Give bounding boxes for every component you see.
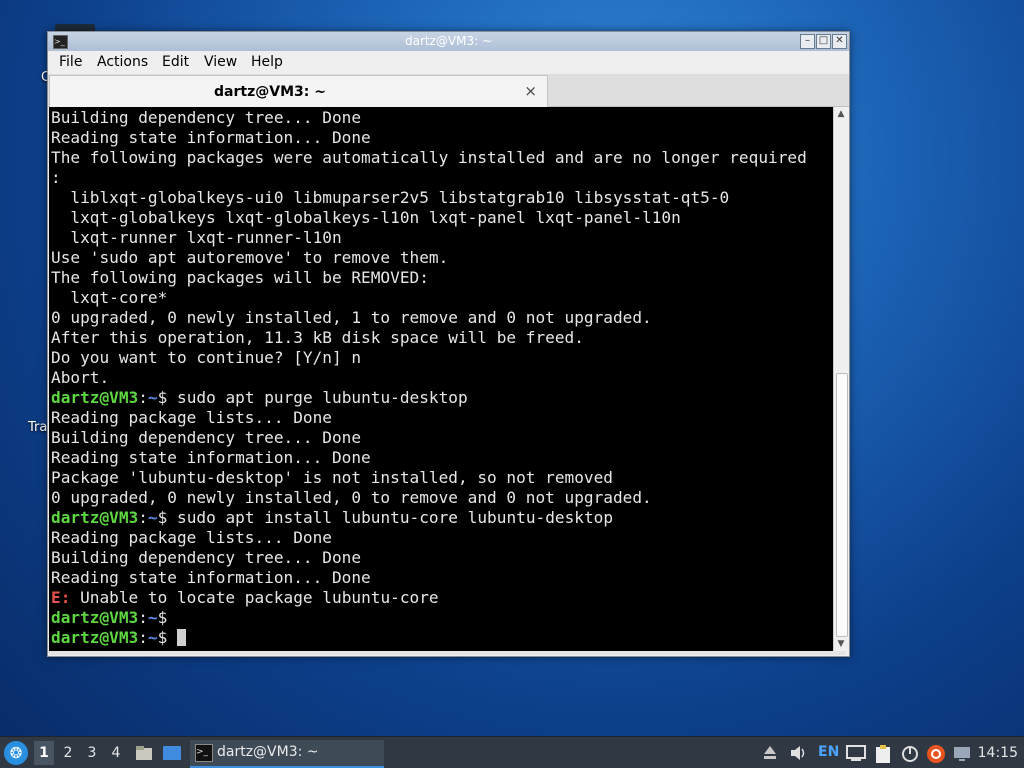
terminal-line: Do you want to continue? [Y/n] n: [51, 348, 362, 367]
terminal-line: Building dependency tree... Done: [51, 548, 362, 567]
menu-actions[interactable]: Actions: [97, 54, 148, 70]
terminal-line: dartz@VM3:~$ sudo apt purge lubuntu-desk…: [51, 388, 468, 408]
scrollbar-thumb[interactable]: [836, 373, 848, 637]
workspace-4[interactable]: 4: [106, 745, 126, 768]
terminal-line: Reading package lists... Done: [51, 528, 332, 547]
prompt-user-host: dartz@VM3: [51, 508, 139, 527]
command-text: $ sudo apt install lubuntu-core lubuntu-…: [157, 508, 614, 527]
tab-close-icon[interactable]: ×: [524, 82, 537, 100]
prompt-path: ~: [147, 608, 158, 627]
terminal-line: dartz@VM3:~$ sudo apt install lubuntu-co…: [51, 508, 613, 528]
prompt-colon: :: [138, 388, 148, 407]
power-manager-icon[interactable]: [900, 744, 920, 768]
terminal-line: Building dependency tree... Done: [51, 108, 362, 127]
terminal-line: Reading state information... Done: [51, 448, 371, 467]
terminal-line: :: [51, 168, 61, 187]
network-icon[interactable]: [846, 744, 866, 768]
workspace-2[interactable]: 2: [58, 745, 78, 768]
start-menu-icon[interactable]: ❂: [4, 741, 28, 765]
prompt-colon: :: [138, 628, 148, 647]
minimize-button[interactable]: –: [800, 34, 815, 49]
command-text: $: [157, 608, 168, 627]
update-notifier-icon[interactable]: [926, 744, 946, 768]
terminal-line: The following packages were automaticall…: [51, 148, 807, 167]
clock[interactable]: 14:15: [978, 745, 1018, 768]
menu-file[interactable]: File: [59, 54, 82, 70]
taskbar-task-terminal[interactable]: >_ dartz@VM3: ~: [190, 740, 384, 768]
task-label: dartz@VM3: ~: [217, 744, 319, 760]
terminal-line: liblxqt-globalkeys-ui0 libmuparser2v5 li…: [51, 188, 730, 207]
screen-icon[interactable]: [952, 744, 972, 768]
command-text: $: [157, 628, 178, 647]
keyboard-layout-indicator[interactable]: EN: [818, 744, 839, 768]
window-title: dartz@VM3: ~: [404, 34, 493, 48]
eject-icon[interactable]: [762, 744, 778, 768]
menubar: File Actions Edit View Help: [48, 51, 849, 74]
prompt-colon: :: [138, 608, 148, 627]
terminal-cursor: [177, 629, 187, 646]
terminal-line: Package 'lubuntu-desktop' is not install…: [51, 468, 613, 487]
terminal-line: After this operation, 11.3 kB disk space…: [51, 328, 584, 347]
maximize-button[interactable]: □: [816, 34, 831, 49]
terminal-line: Reading state information... Done: [51, 568, 371, 587]
window-bottom-edge: [49, 651, 846, 655]
terminal-line: Abort.: [51, 368, 110, 387]
terminal-line: Reading state information... Done: [51, 128, 371, 147]
terminal-line: lxqt-core*: [51, 288, 168, 307]
taskbar: ❂ 1 2 3 4 >_ dartz@VM3: ~ EN 14:15: [0, 736, 1024, 768]
prompt-path: ~: [147, 388, 158, 407]
terminal-line: lxqt-runner lxqt-runner-l10n: [51, 228, 342, 247]
trash-icon-label[interactable]: Tra: [28, 420, 47, 435]
terminal-window: >_ dartz@VM3: ~ – □ ✕ File Actions Edit …: [47, 31, 850, 657]
window-titlebar[interactable]: >_ dartz@VM3: ~ – □ ✕: [48, 32, 849, 51]
terminal-line: E: Unable to locate package lubuntu-core: [51, 588, 439, 608]
terminal-line: dartz@VM3:~$: [51, 628, 187, 648]
file-manager-icon[interactable]: [134, 743, 154, 763]
command-text: $ sudo apt purge lubuntu-desktop: [157, 388, 468, 407]
prompt-user-host: dartz@VM3: [51, 628, 139, 647]
scroll-down-icon[interactable]: ▼: [834, 637, 848, 651]
volume-icon[interactable]: [789, 744, 807, 768]
terminal-output[interactable]: Building dependency tree... Done Reading …: [49, 107, 833, 651]
prompt-user-host: dartz@VM3: [51, 608, 139, 627]
terminal-line: 0 upgraded, 0 newly installed, 0 to remo…: [51, 488, 652, 507]
workspace-3[interactable]: 3: [82, 745, 102, 768]
tab-terminal[interactable]: dartz@VM3: ~ ×: [49, 75, 548, 107]
error-prefix: E:: [51, 588, 71, 607]
prompt-path: ~: [147, 628, 158, 647]
scroll-up-icon[interactable]: ▲: [834, 107, 848, 121]
terminal-line: 0 upgraded, 0 newly installed, 1 to remo…: [51, 308, 652, 327]
terminal-icon: >_: [195, 744, 213, 762]
terminal-line: Use 'sudo apt autoremove' to remove them…: [51, 248, 449, 267]
scrollbar[interactable]: ▲ ▼: [833, 107, 848, 651]
prompt-user-host: dartz@VM3: [51, 388, 139, 407]
tab-label: dartz@VM3: ~: [214, 84, 326, 100]
clipboard-icon[interactable]: [874, 744, 892, 768]
close-button[interactable]: ✕: [832, 34, 847, 49]
error-message: Unable to locate package lubuntu-core: [70, 588, 439, 607]
prompt-colon: :: [138, 508, 148, 527]
prompt-path: ~: [147, 508, 158, 527]
workspace-1[interactable]: 1: [34, 741, 54, 765]
menu-edit[interactable]: Edit: [162, 54, 189, 70]
terminal-line: dartz@VM3:~$: [51, 608, 167, 628]
terminal-line: Building dependency tree... Done: [51, 428, 362, 447]
menu-help[interactable]: Help: [251, 54, 283, 70]
terminal-line: lxqt-globalkeys lxqt-globalkeys-l10n lxq…: [51, 208, 681, 227]
menu-view[interactable]: View: [204, 54, 237, 70]
terminal-line: The following packages will be REMOVED:: [51, 268, 429, 287]
show-desktop-icon[interactable]: [162, 743, 182, 763]
tab-bar: dartz@VM3: ~ ×: [48, 74, 849, 107]
terminal-line: Reading package lists... Done: [51, 408, 332, 427]
